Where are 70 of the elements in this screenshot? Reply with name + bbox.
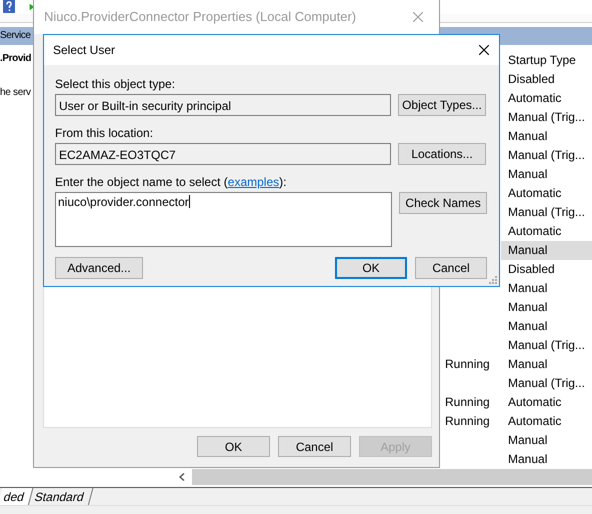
- window-title: Niuco.ProviderConnector Properties (Local Computer): [44, 9, 358, 24]
- startup-cell-text: Disabled: [508, 261, 555, 278]
- service-row[interactable]: Manual: [501, 241, 592, 260]
- dialog-button[interactable]: Cancel: [278, 436, 351, 457]
- startup-cell-text: Manual (Trig...: [508, 109, 585, 126]
- location-field: EC2AMAZ-EO3TQC7: [55, 143, 391, 165]
- service-row[interactable]: Manual: [501, 317, 592, 336]
- startup-cell-text: Manual (Trig...: [508, 204, 585, 221]
- startup-cell-text: Manual: [508, 166, 548, 183]
- field-label: From this location:: [55, 126, 154, 140]
- startup-cell-text: Manual: [508, 432, 548, 449]
- service-row[interactable]: Disabled: [501, 70, 592, 89]
- field-label: Select this object type:: [55, 77, 176, 91]
- scrollbar-thumb[interactable]: [192, 469, 592, 485]
- startup-cell-text: Manual (Trig...: [508, 375, 585, 392]
- startup-cell-text: Automatic: [508, 185, 562, 202]
- startup-cell-text: Disabled: [508, 71, 555, 88]
- help-icon[interactable]: [3, 0, 15, 13]
- service-description: he serv: [0, 87, 31, 98]
- status-cell-text: Running: [445, 413, 490, 430]
- startup-cell-text: Manual: [508, 242, 548, 259]
- resize-grip-icon[interactable]: [489, 276, 497, 284]
- service-row[interactable]: Manual (Trig...: [501, 336, 592, 355]
- startup-cell-text: Manual (Trig...: [508, 147, 585, 164]
- startup-cell-text: Automatic: [508, 90, 562, 107]
- service-row[interactable]: Manual: [501, 279, 592, 298]
- scroll-left-icon[interactable]: [179, 473, 185, 481]
- service-row[interactable]: Manual: [501, 450, 592, 469]
- advanced-button[interactable]: Advanced...: [55, 257, 143, 279]
- object-name-field[interactable]: niuco\provider.connector: [55, 192, 392, 247]
- service-row[interactable]: Manual (Trig...: [501, 374, 592, 393]
- service-row[interactable]: Manual (Trig...: [501, 203, 592, 222]
- service-row[interactable]: Automatic: [501, 184, 592, 203]
- service-row[interactable]: Automatic: [501, 222, 592, 241]
- dialog-button[interactable]: OK: [197, 436, 270, 457]
- service-row[interactable]: Manual: [501, 298, 592, 317]
- service-row[interactable]: Automatic: [501, 89, 592, 108]
- startup-cell-text: Manual: [508, 451, 548, 468]
- locations-button[interactable]: Locations...: [398, 143, 486, 165]
- service-row[interactable]: Manual (Trig...: [501, 146, 592, 165]
- startup-cell-text: Manual: [508, 299, 548, 316]
- service-row[interactable]: Manual (Trig...: [501, 108, 592, 127]
- service-row[interactable]: Manual: [501, 431, 592, 450]
- dialog-title: Select User: [53, 43, 116, 57]
- view-tab[interactable]: ded: [0, 488, 34, 506]
- startup-cell-text: Manual: [508, 318, 548, 335]
- check-names-button[interactable]: Check Names: [399, 192, 487, 214]
- startup-cell-text: Automatic: [508, 394, 562, 411]
- service-row[interactable]: Manual: [501, 165, 592, 184]
- startup-cell-text: Manual: [508, 128, 548, 145]
- cancel-button[interactable]: Cancel: [415, 257, 487, 279]
- startup-cell-text: Automatic: [508, 413, 562, 430]
- service-name: .Provid: [0, 53, 32, 64]
- startup-cell-text: Manual (Trig...: [508, 337, 585, 354]
- status-cell-text: Running: [445, 356, 490, 373]
- status-cell-text: Running: [445, 394, 490, 411]
- pane-title: Service: [0, 30, 31, 41]
- examples-link[interactable]: examples: [228, 175, 280, 189]
- field-label: Enter the object name to select (examples):: [55, 175, 288, 189]
- startup-cell-text: Manual: [508, 356, 548, 373]
- column-header[interactable]: Startup Type: [501, 50, 592, 70]
- service-row[interactable]: Manual: [501, 127, 592, 146]
- service-row[interactable]: Disabled: [501, 260, 592, 279]
- object-type-field: User or Built-in security principal: [55, 94, 391, 116]
- ok-button[interactable]: OK: [335, 257, 407, 279]
- object-types-button[interactable]: Object Types...: [398, 94, 486, 116]
- startup-cell-text: Manual: [508, 280, 548, 297]
- startup-cell-text: Automatic: [508, 223, 562, 240]
- play-icon[interactable]: [28, 3, 36, 11]
- close-icon[interactable]: [479, 45, 489, 55]
